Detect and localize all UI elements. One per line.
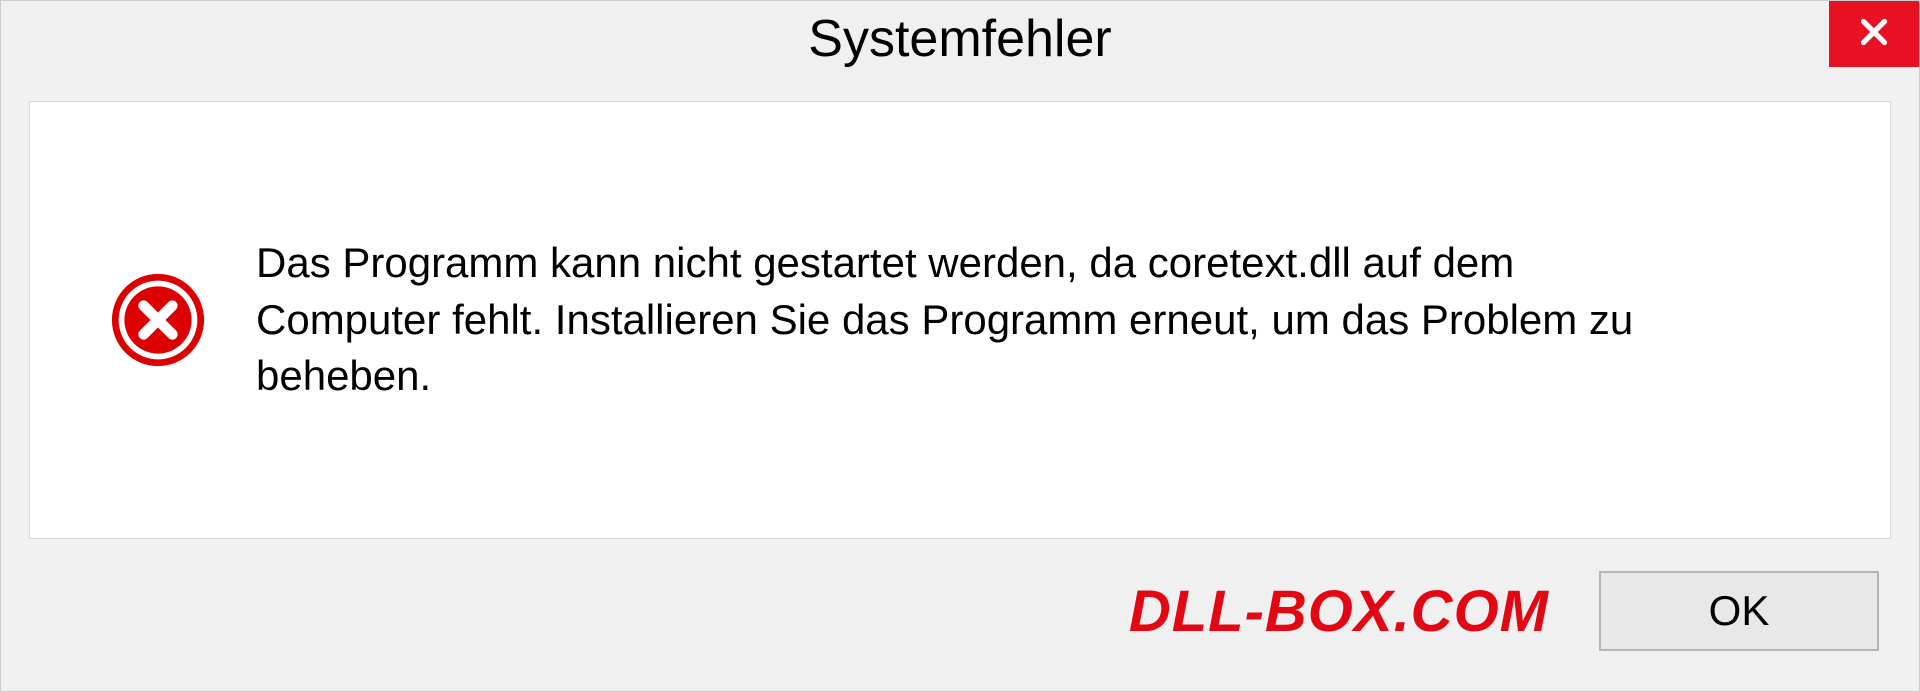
dialog-title: Systemfehler — [808, 1, 1111, 69]
error-message: Das Programm kann nicht gestartet werden… — [256, 235, 1830, 405]
error-icon — [110, 272, 206, 368]
dialog-footer: DLL-BOX.COM OK — [1, 539, 1919, 691]
content-area: Das Programm kann nicht gestartet werden… — [29, 101, 1891, 539]
ok-button[interactable]: OK — [1599, 571, 1879, 651]
close-button[interactable] — [1829, 1, 1919, 67]
close-icon — [1856, 14, 1892, 55]
titlebar: Systemfehler — [1, 1, 1919, 81]
error-dialog: Systemfehler Das Programm kann nicht ges… — [0, 0, 1920, 692]
watermark-text: DLL-BOX.COM — [1129, 578, 1549, 645]
